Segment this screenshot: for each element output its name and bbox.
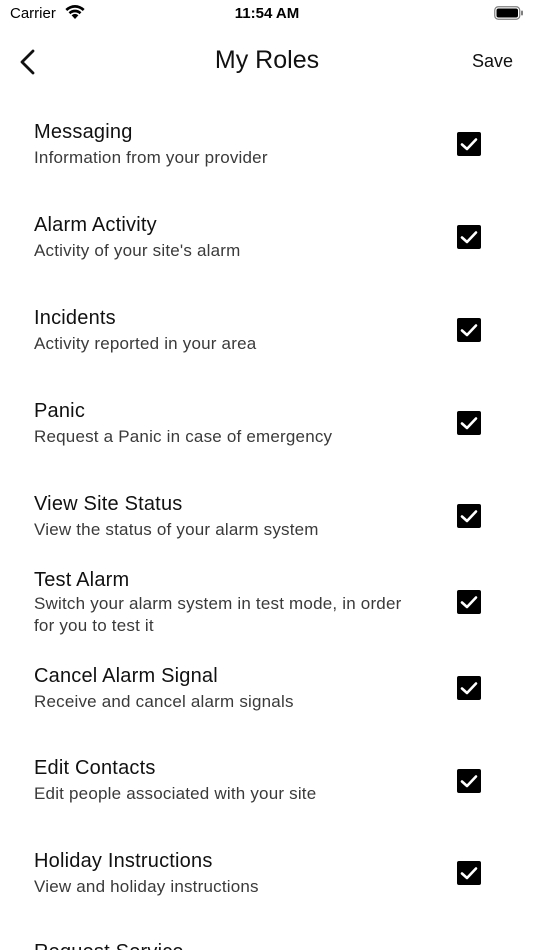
role-item-cancel-alarm-signal: Cancel Alarm Signal Receive and cancel a… [0,664,534,744]
role-description: Switch your alarm system in test mode, i… [34,594,402,635]
role-item-messaging: Messaging Information from your provider [0,120,534,200]
checkbox-checked-icon [457,504,481,528]
role-checkbox-incidents[interactable] [457,318,481,342]
role-description: Activity of your site's alarm [34,241,241,260]
role-title: Cancel Alarm Signal [34,665,218,687]
checkbox-checked-icon [457,132,481,156]
role-checkbox-view-site-status[interactable] [457,504,481,528]
role-item-test-alarm: Test Alarm Switch your alarm system in t… [0,568,534,648]
role-checkbox-alarm-activity[interactable] [457,225,481,249]
status-bar: Carrier 11:54 AM [0,0,534,28]
role-item-alarm-activity: Alarm Activity Activity of your site's a… [0,213,534,293]
role-item-holiday-instructions: Holiday Instructions View and holiday in… [0,849,534,929]
role-description: Request a Panic in case of emergency [34,427,333,446]
checkbox-checked-icon [457,861,481,885]
checkbox-checked-icon [457,411,481,435]
role-item-incidents: Incidents Activity reported in your area [0,306,534,386]
role-description: Activity reported in your area [34,334,257,353]
role-description: Receive and cancel alarm signals [34,692,294,711]
role-checkbox-edit-contacts[interactable] [457,769,481,793]
role-checkbox-test-alarm[interactable] [457,590,481,614]
role-checkbox-cancel-alarm-signal[interactable] [457,676,481,700]
role-title: Incidents [34,307,116,329]
role-item-panic: Panic Request a Panic in case of emergen… [0,399,534,479]
save-button[interactable]: Save [472,51,513,72]
role-title: Edit Contacts [34,757,156,779]
role-description: View the status of your alarm system [34,520,319,539]
role-item-view-site-status: View Site Status View the status of your… [0,492,534,572]
checkbox-checked-icon [457,318,481,342]
role-description: View and holiday instructions [34,877,259,896]
role-title: View Site Status [34,493,183,515]
battery-icon [494,6,524,20]
checkbox-checked-icon [457,225,481,249]
role-title: Holiday Instructions [34,850,213,872]
role-title: Panic [34,400,86,422]
role-title: Alarm Activity [34,214,157,236]
clock-time: 11:54 AM [234,5,300,22]
role-checkbox-holiday-instructions[interactable] [457,861,481,885]
role-title: Test Alarm [34,569,130,591]
role-title: Request Service [34,940,414,950]
role-title: Messaging [34,121,133,143]
role-checkbox-messaging[interactable] [457,132,481,156]
role-item-edit-contacts: Edit Contacts Edit people associated wit… [0,756,534,836]
checkbox-checked-icon [457,590,481,614]
page-title: My Roles [214,46,320,74]
role-item-request-service: Request Service [0,940,534,950]
navigation-bar: My Roles Save [0,36,534,88]
role-checkbox-panic[interactable] [457,411,481,435]
checkbox-checked-icon [457,769,481,793]
checkbox-checked-icon [457,676,481,700]
role-description: Edit people associated with your site [34,784,317,803]
role-description: Information from your provider [34,148,268,167]
